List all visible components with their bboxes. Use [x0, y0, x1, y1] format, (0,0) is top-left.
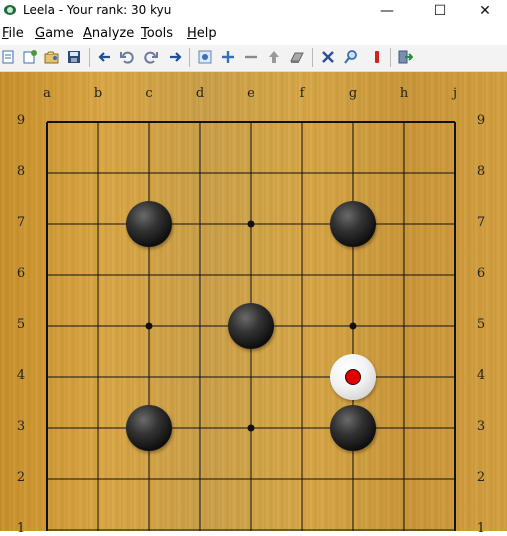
zoom-out-icon[interactable]	[242, 48, 260, 66]
column-label: f	[299, 86, 305, 101]
menu-tools[interactable]: Tools	[141, 26, 173, 41]
last-move-marker	[345, 369, 361, 385]
column-label: e	[247, 86, 255, 101]
row-label-left: 6	[16, 266, 26, 281]
leela-logo-icon	[4, 5, 16, 15]
black-stone[interactable]	[228, 303, 274, 349]
row-label-right: 8	[476, 164, 486, 179]
settings-icon[interactable]	[196, 48, 214, 66]
maximize-button[interactable]: ☐	[417, 0, 463, 22]
menu-bar: File Game Analyze Tools Help	[0, 25, 507, 43]
zoom-in-icon[interactable]	[219, 48, 237, 66]
row-label-left: 3	[16, 419, 26, 434]
row-label-right: 1	[476, 521, 486, 536]
row-label-right: 3	[476, 419, 486, 434]
black-stone[interactable]	[330, 405, 376, 451]
black-stone[interactable]	[126, 201, 172, 247]
close-button[interactable]: ✕	[462, 0, 507, 22]
row-label-left: 2	[16, 470, 26, 485]
star-point	[247, 220, 255, 228]
column-label: g	[348, 86, 358, 101]
row-label-left: 8	[16, 164, 26, 179]
star-point	[145, 322, 153, 330]
menu-game[interactable]: Game	[35, 26, 74, 41]
new-game-icon[interactable]	[21, 48, 39, 66]
save-icon[interactable]	[65, 48, 83, 66]
exit-icon[interactable]	[396, 48, 414, 66]
minimize-button[interactable]: —	[364, 0, 410, 22]
eraser-icon[interactable]	[288, 48, 306, 66]
undo-icon[interactable]	[118, 48, 136, 66]
column-label: b	[93, 86, 103, 101]
row-label-left: 4	[16, 368, 26, 383]
open-icon[interactable]	[0, 48, 18, 66]
title-bar: Leela - Your rank: 30 kyu — ☐ ✕	[0, 0, 507, 22]
toolbar-separator	[89, 48, 90, 67]
row-label-left: 5	[16, 317, 26, 332]
row-label-right: 4	[476, 368, 486, 383]
search-icon[interactable]	[342, 48, 360, 66]
column-label: c	[145, 86, 153, 101]
cancel-icon[interactable]	[319, 48, 337, 66]
menu-file[interactable]: File	[2, 26, 24, 41]
column-label: d	[195, 86, 205, 101]
go-board[interactable]: a b c d e f g h j 9 9 8 8 7 7 6 6 5 5 4 4 3 3 2 2 1 1	[0, 72, 507, 536]
column-label: j	[452, 86, 458, 101]
star-point	[247, 424, 255, 432]
row-label-right: 2	[476, 470, 486, 485]
star-point	[349, 322, 357, 330]
row-label-right: 9	[476, 113, 486, 128]
board-grid	[46, 121, 456, 531]
toolbar-separator	[390, 48, 391, 67]
forward-icon[interactable]	[166, 48, 184, 66]
white-stone[interactable]	[330, 354, 376, 400]
row-label-right: 5	[476, 317, 486, 332]
menu-analyze[interactable]: Analyze	[83, 26, 134, 41]
menu-help[interactable]: Help	[187, 26, 217, 41]
row-label-left: 7	[16, 215, 26, 230]
window-title: Leela - Your rank: 30 kyu	[23, 3, 172, 17]
column-label: a	[43, 86, 51, 101]
toolbar-separator	[312, 48, 313, 67]
flag-icon[interactable]	[368, 48, 386, 66]
column-label: h	[399, 86, 409, 101]
row-label-right: 7	[476, 215, 486, 230]
toolbar	[0, 45, 507, 72]
row-label-left: 9	[16, 113, 26, 128]
up-icon[interactable]	[265, 48, 283, 66]
back-icon[interactable]	[96, 48, 114, 66]
toolbar-separator	[189, 48, 190, 67]
black-stone[interactable]	[330, 201, 376, 247]
redo-icon[interactable]	[142, 48, 160, 66]
load-icon[interactable]	[43, 48, 61, 66]
row-label-left: 1	[16, 521, 26, 536]
black-stone[interactable]	[126, 405, 172, 451]
row-label-right: 6	[476, 266, 486, 281]
